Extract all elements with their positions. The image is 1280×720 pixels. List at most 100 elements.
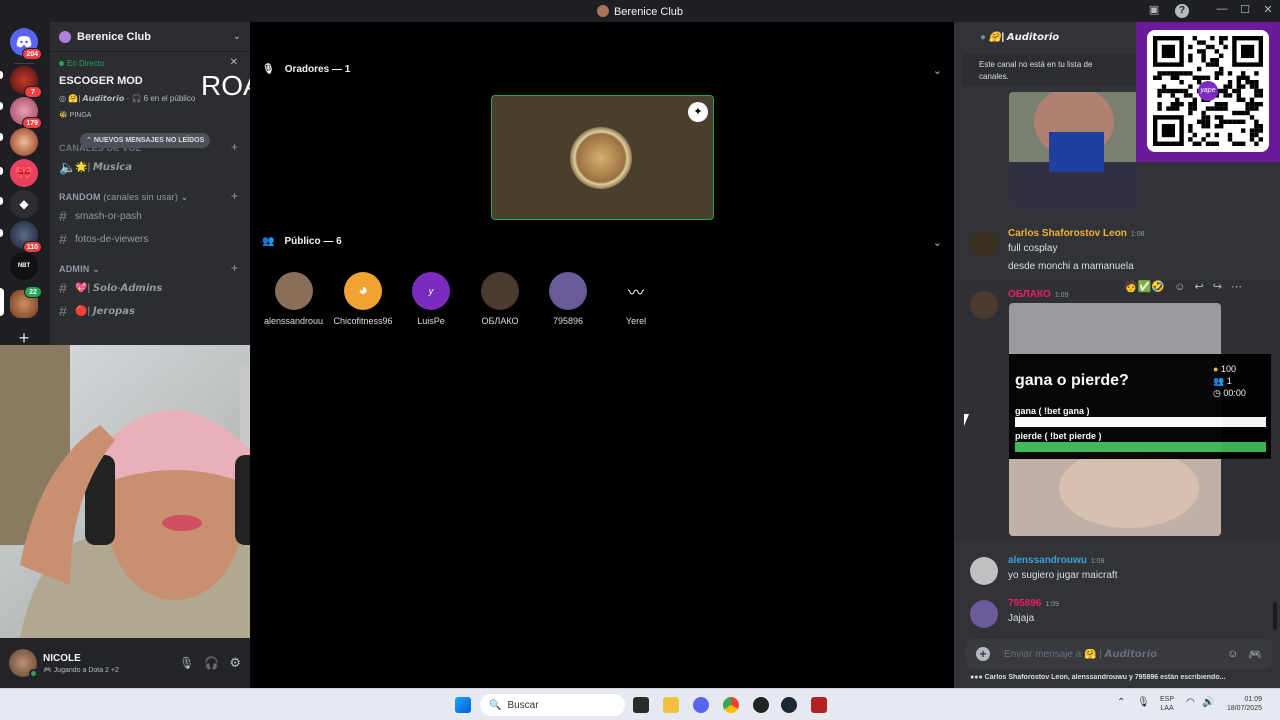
heart-icon: 💖	[75, 282, 88, 294]
laugh-icon[interactable]: 🤣	[1151, 281, 1165, 293]
inbox-icon[interactable]: ▣	[1146, 3, 1162, 16]
volume-icon[interactable]: 🔊	[1202, 697, 1214, 708]
speaker-icon: 🔈	[59, 159, 77, 175]
speaker-tile[interactable]: ✦	[491, 95, 714, 220]
audience-member[interactable]: ОБЛАКО	[470, 272, 530, 326]
activity-icon: 🐝	[59, 112, 68, 119]
scrollbar[interactable]	[1273, 602, 1277, 630]
server-icon[interactable]: 179	[10, 97, 42, 129]
headphones-icon: 🎧	[131, 94, 142, 103]
message-input-placeholder[interactable]: Enviar mensaje a 🤗 | 𝘼𝙪𝙙𝙞𝙩𝙤𝙧𝙞𝙤	[1004, 649, 1227, 660]
chevron-down-icon[interactable]: ⌄	[933, 236, 942, 249]
hash-icon: #	[59, 208, 67, 224]
stage-icon: ◎	[59, 94, 66, 103]
server-icon[interactable]: ◆	[10, 190, 38, 218]
gamepad-icon[interactable]: 🎮	[1248, 648, 1262, 661]
message-input[interactable]: + Enviar mensaje a 🤗 | 𝘼𝙪𝙙𝙞𝙩𝙤𝙧𝙞𝙤 ☺ 🎮	[966, 639, 1272, 669]
audience-member[interactable]: alenssandrouu...	[264, 272, 324, 326]
channel-fotos-de-viewers[interactable]: # fotos-de-viewers	[59, 231, 148, 247]
channel-musica[interactable]: 🔈 🌟 | 𝙈𝙪𝙨𝙞𝙘𝙖	[59, 159, 132, 176]
add-channel-icon[interactable]: +	[231, 140, 238, 154]
channel-notice: Este canal no está en tu lista de canale…	[962, 54, 1138, 86]
windows-taskbar: 🔍 Buscar ⌃ 🎙 ESP LAA ◠ 🔊 01:09 18/07/2025	[0, 688, 1280, 720]
poll-option-bar	[1015, 417, 1266, 427]
microphone-icon[interactable]: 🎙	[1137, 697, 1150, 708]
image-attachment[interactable]	[1009, 92, 1140, 209]
microphone-icon: 🎙	[262, 64, 275, 75]
avatar[interactable]	[9, 649, 38, 678]
tray-chevron-up-icon[interactable]: ⌃	[1117, 697, 1125, 708]
reply-icon[interactable]: ↩	[1194, 281, 1203, 293]
maximize-button[interactable]: ☐	[1237, 3, 1253, 16]
forward-icon[interactable]: ↪	[1213, 281, 1222, 293]
more-icon[interactable]: ⋯	[1231, 281, 1242, 293]
typing-dots-icon: ●●●	[970, 674, 983, 681]
stage-info: ◎ 🤗| 𝘼𝙪𝙙𝙞𝙩𝙤𝙧𝙞𝙤 · 🎧 6 en el público	[59, 94, 196, 103]
nbt-server-icon[interactable]: NBT	[10, 252, 38, 280]
poll-option-label: pierde ( !bet pierde )	[1015, 431, 1102, 441]
microphone-icon[interactable]: 🎙	[179, 656, 194, 670]
audience-member[interactable]: ◕ Chicofitness96	[333, 272, 393, 326]
server-header[interactable]: Berenice Club ⌄	[50, 22, 250, 52]
emoji-icon: 🤗	[988, 32, 1002, 43]
task-view-icon[interactable]	[633, 697, 649, 713]
channel-smash-or-pash[interactable]: # smash-or-pash	[59, 208, 142, 224]
steam-icon[interactable]	[781, 697, 797, 713]
clock[interactable]: 01:09 18/07/2025	[1219, 695, 1262, 713]
audience-header[interactable]: 👥 Público — 6	[262, 236, 342, 247]
avatar[interactable]	[970, 230, 998, 258]
avatar[interactable]	[970, 291, 998, 319]
qr-code: yape	[1147, 30, 1269, 152]
close-icon[interactable]: ✕	[230, 57, 238, 68]
add-reaction-icon[interactable]: ☺	[1174, 281, 1185, 293]
avatar[interactable]	[970, 557, 998, 585]
add-channel-icon[interactable]: +	[231, 261, 238, 275]
wifi-icon[interactable]: ◠	[1186, 697, 1195, 708]
emoji-icon[interactable]: ☺	[1227, 648, 1238, 660]
audience-member[interactable]: 795896	[538, 272, 598, 326]
obs-icon[interactable]	[753, 697, 769, 713]
audience-member[interactable]: y LuisPe	[401, 272, 461, 326]
channel-solo-admins[interactable]: # 💖 | 𝙎𝙤𝙡𝙤-𝘼𝙙𝙢𝙞𝙣𝙨	[59, 280, 162, 296]
server-icon[interactable]: 110	[10, 221, 42, 253]
close-window-button[interactable]: ✕	[1260, 3, 1276, 16]
attach-plus-icon[interactable]: +	[976, 647, 990, 661]
chrome-icon[interactable]	[723, 697, 739, 713]
server-icon[interactable]	[10, 128, 38, 156]
berenice-server-icon[interactable]: 22	[10, 286, 42, 318]
check-icon[interactable]: ✅	[1138, 281, 1152, 293]
discord-home-icon[interactable]: 204	[10, 28, 42, 60]
avatar	[275, 272, 313, 310]
taskbar-search[interactable]: 🔍 Buscar	[480, 694, 625, 716]
channel-jeropas[interactable]: # 🔴 | 𝙅𝙚𝙧𝙤𝙥𝙖𝙨	[59, 303, 135, 319]
dota2-icon[interactable]	[811, 697, 827, 713]
yape-avatar: y	[412, 272, 450, 310]
discord-taskbar-icon[interactable]	[693, 697, 709, 713]
chevron-down-icon[interactable]: ⌄	[233, 31, 241, 42]
audience-member[interactable]: 〰 Yerel	[606, 272, 666, 326]
speakers-header[interactable]: 🎙 Oradores — 1	[262, 64, 350, 75]
category-admin[interactable]: ADMIN ⌄	[59, 264, 100, 275]
qr-overlay: yape	[1136, 22, 1280, 162]
headphones-icon[interactable]: 🎧	[204, 656, 219, 670]
file-explorer-icon[interactable]	[663, 697, 679, 713]
minimize-button[interactable]: —	[1214, 3, 1230, 15]
windows-start-icon[interactable]	[455, 697, 471, 713]
add-channel-icon[interactable]: +	[231, 189, 238, 203]
live-badge: 22	[24, 286, 42, 298]
gear-icon[interactable]: ⚙	[229, 655, 241, 671]
help-icon[interactable]: ?	[1175, 4, 1189, 18]
chevron-down-icon[interactable]: ⌄	[933, 64, 942, 77]
reaction-icon[interactable]: 🧑	[1124, 281, 1138, 293]
poll-option-label: gana ( !bet gana )	[1015, 406, 1090, 416]
mention-badge: 7	[24, 86, 42, 98]
language-indicator[interactable]: ESP LAA	[1160, 695, 1174, 713]
category-random[interactable]: RANDOM (canales sin usar) ⌄	[59, 192, 189, 203]
new-messages-pill[interactable]: ⌃ NUEVOS MENSAJES NO LEÍDOS	[80, 133, 211, 148]
hello-kitty-server-icon[interactable]: 🎀	[10, 159, 38, 187]
server-icon[interactable]: 7	[10, 66, 42, 98]
stage-sub: 🐝 PINGA	[59, 112, 92, 119]
poll-stats: ● 100 👥 1 ◷ 00:00	[1213, 364, 1246, 398]
hash-icon: #	[59, 280, 67, 296]
avatar[interactable]	[970, 600, 998, 628]
